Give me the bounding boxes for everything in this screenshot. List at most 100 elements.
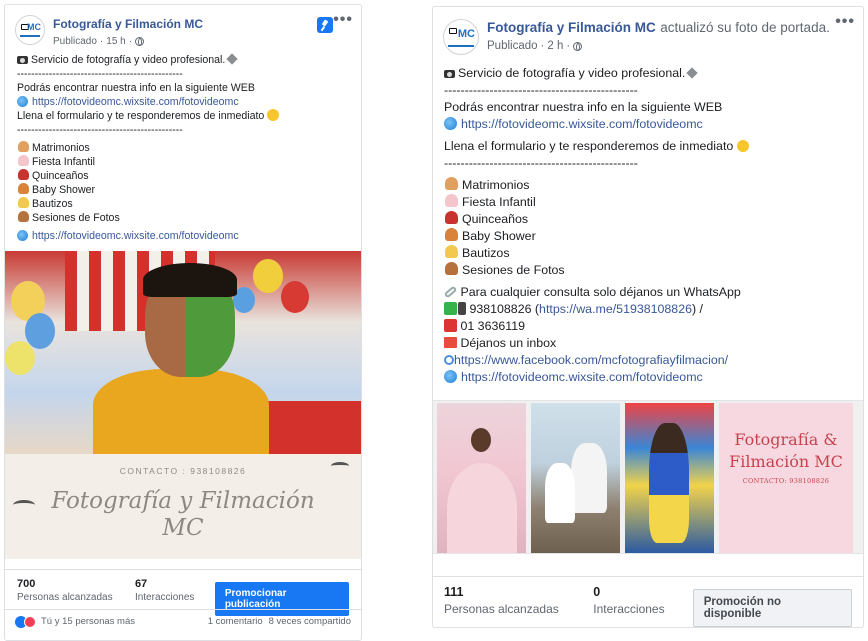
camera-icon <box>444 70 455 78</box>
diamond-icon <box>686 67 698 79</box>
divider-text: ----------------------------------------… <box>17 124 183 136</box>
post-time-link[interactable]: 15 h <box>106 36 125 47</box>
post-insights: 700 Personas alcanzadas 67 Interacciones… <box>5 569 361 616</box>
event-item: Fiesta Infantil <box>462 195 536 209</box>
pin-icon[interactable] <box>317 17 333 33</box>
event-item: Sesiones de Fotos <box>462 263 565 277</box>
page-name-link[interactable]: Fotografía y Filmación MC <box>487 20 656 35</box>
smile-icon <box>267 109 280 121</box>
interactions-stat[interactable]: 0 Interacciones <box>593 585 692 616</box>
post-image[interactable]: CONTACTO : 938108826 Fotografía y Filmac… <box>5 251 361 559</box>
website-link-2[interactable]: https://fotovideomc.wixsite.com/fotovide… <box>32 230 239 242</box>
post-action-text: actualizó su foto de portada. <box>660 20 830 35</box>
website-link[interactable]: https://fotovideomc.wixsite.com/fotovide… <box>32 96 239 108</box>
website-link-2[interactable]: https://fotovideomc.wixsite.com/fotovide… <box>461 370 703 384</box>
post-card-1: MC Fotografía y Filmación MC Publicado ·… <box>4 4 362 641</box>
cover-title: Fotografía & Filmación MC <box>729 430 843 471</box>
couple-icon <box>445 262 458 275</box>
form-text: Llena el formulario y te responderemos d… <box>17 110 265 122</box>
website-link[interactable]: https://fotovideomc.wixsite.com/fotovide… <box>461 117 703 131</box>
banner-title: Fotografía y Filmación MC <box>51 488 315 541</box>
post-text: Servicio de fotografía y video profesion… <box>5 47 361 243</box>
globe-icon[interactable] <box>573 41 583 51</box>
globe-emoji-icon <box>444 117 457 130</box>
event-item: Matrimonios <box>32 142 90 154</box>
landline-number: 01 3636119 <box>460 319 525 333</box>
wave-decoration-icon <box>13 500 35 510</box>
event-item: Baby Shower <box>32 184 96 196</box>
magnifier-icon <box>444 355 454 365</box>
inbox-icon <box>444 337 457 348</box>
dancer-icon <box>17 169 29 180</box>
logo-mark: MC <box>27 22 41 32</box>
logo-mark: MC <box>457 28 475 40</box>
whatsapp-link[interactable]: https://wa.me/51938108826 <box>539 302 692 316</box>
brand-banner: CONTACTO : 938108826 Fotografía y Filmac… <box>5 454 361 559</box>
camera-icon <box>17 56 28 64</box>
kid-face-paint-photo <box>5 251 361 459</box>
divider-text: ----------------------------------------… <box>444 83 638 97</box>
pregnant-icon <box>445 228 458 241</box>
interactions-stat[interactable]: 67 Interacciones <box>135 578 215 603</box>
post-time-link[interactable]: 2 h <box>547 40 563 52</box>
phone-number: 938108826 ( <box>469 302 540 316</box>
cake-icon <box>445 194 458 207</box>
promotion-unavailable-button[interactable]: Promoción no disponible <box>692 589 852 627</box>
facebook-page-link[interactable]: https://www.facebook.com/mcfotografiayfi… <box>454 353 728 367</box>
more-options-icon[interactable]: ••• <box>835 13 855 31</box>
couple-beach-photo <box>531 403 620 553</box>
cover-photo[interactable]: Fotografía & Filmación MC CONTACTO: 9381… <box>433 400 863 554</box>
reactions-bar: Tú y 15 personas más 1 comentario 8 vece… <box>5 609 361 633</box>
globe-emoji-icon <box>17 96 28 107</box>
event-item: Bautizos <box>32 198 73 210</box>
consult-text: Para cualquier consulta solo déjanos un … <box>460 285 741 299</box>
post-insights: 111 Personas alcanzadas 0 Interacciones … <box>433 576 863 627</box>
reach-stat[interactable]: 700 Personas alcanzadas <box>17 578 135 603</box>
shares-count[interactable]: 8 veces compartido <box>269 616 351 627</box>
event-item: Bautizos <box>462 246 510 260</box>
reach-stat[interactable]: 111 Personas alcanzadas <box>444 585 593 616</box>
camera-logo-icon <box>449 28 457 34</box>
check-icon <box>444 302 457 315</box>
wave-decoration-icon <box>331 462 349 470</box>
event-item: Quinceaños <box>32 170 89 182</box>
reactions-summary[interactable]: Tú y 15 personas más <box>41 616 135 627</box>
diamond-icon <box>226 53 239 65</box>
bride-icon <box>17 141 29 152</box>
telephone-icon <box>444 319 457 332</box>
event-item: Baby Shower <box>462 229 536 243</box>
form-text: Llena el formulario y te responderemos d… <box>444 139 734 153</box>
baby-icon <box>445 245 458 258</box>
page-name-link[interactable]: Fotografía y Filmación MC <box>53 17 203 31</box>
baby-icon <box>17 197 29 208</box>
link-icon <box>443 285 458 299</box>
more-options-icon[interactable]: ••• <box>333 11 353 29</box>
event-item: Quinceaños <box>462 212 529 226</box>
page-avatar[interactable]: MC <box>443 19 479 55</box>
divider-text: ----------------------------------------… <box>17 68 183 80</box>
pregnant-icon <box>17 183 29 194</box>
smile-icon <box>736 140 749 152</box>
post-status: Publicado <box>487 40 538 52</box>
page-avatar[interactable]: MC <box>15 15 45 45</box>
post-card-2: MC Fotografía y Filmación MC actualizó s… <box>432 6 864 628</box>
event-item: Sesiones de Fotos <box>32 212 120 224</box>
globe-emoji-icon <box>444 370 457 383</box>
globe-icon[interactable] <box>135 37 145 46</box>
info-text: Podrás encontrar nuestra info en la sigu… <box>444 100 723 114</box>
brand-cover-tile: Fotografía & Filmación MC CONTACTO: 9381… <box>719 403 853 553</box>
post-header: MC Fotografía y Filmación MC actualizó s… <box>433 7 863 55</box>
cover-contact: CONTACTO: 938108826 <box>742 477 830 485</box>
globe-emoji-icon <box>17 230 28 241</box>
inbox-text: Déjanos un inbox <box>460 336 557 350</box>
post-header: MC Fotografía y Filmación MC Publicado ·… <box>5 5 361 47</box>
post-text: Servicio de fotografía y video profesion… <box>433 55 863 386</box>
love-icon[interactable] <box>24 615 36 628</box>
quinceanera-photo <box>437 403 526 553</box>
post-status: Publicado <box>53 36 97 47</box>
banner-contact: CONTACTO : 938108826 <box>119 466 247 476</box>
cake-icon <box>17 155 29 166</box>
event-item: Fiesta Infantil <box>32 156 96 168</box>
comments-count[interactable]: 1 comentario <box>208 616 263 627</box>
mobile-phone-icon <box>458 302 466 315</box>
